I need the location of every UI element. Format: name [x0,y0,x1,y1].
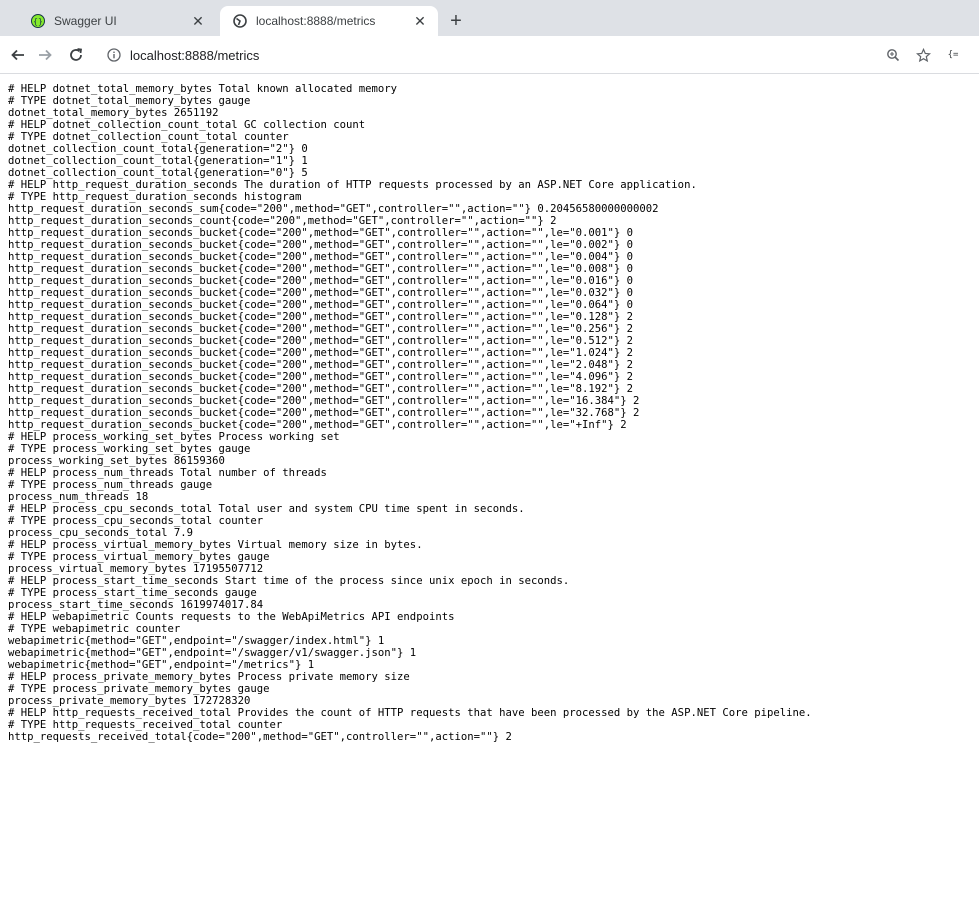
close-tab-icon[interactable]: ✕ [412,13,428,29]
new-tab-button[interactable]: + [444,9,468,33]
metric-line: # TYPE dotnet_total_memory_bytes gauge [8,95,251,107]
metric-line: # HELP process_working_set_bytes Process… [8,431,340,443]
metric-line: # TYPE webapimetric counter [8,623,181,635]
metric-line: http_request_duration_seconds_bucket{cod… [8,227,634,239]
zoom-icon[interactable] [883,45,903,65]
metric-line: http_request_duration_seconds_bucket{cod… [8,323,634,335]
info-icon[interactable] [104,45,124,65]
metric-line: # HELP process_virtual_memory_bytes Virt… [8,539,423,551]
metric-line: http_request_duration_seconds_sum{code="… [8,203,659,215]
metric-line: http_request_duration_seconds_bucket{cod… [8,419,627,431]
tab-strip: {} Swagger UI ✕ localhost:8888/metrics ✕… [0,0,979,36]
swagger-icon: {} [30,13,46,29]
metric-line: # HELP dotnet_total_memory_bytes Total k… [8,83,398,95]
metric-line: # HELP http_requests_received_total Prov… [8,707,812,719]
metric-line: # HELP process_cpu_seconds_total Total u… [8,503,525,515]
tab-swagger-ui[interactable]: {} Swagger UI ✕ [8,6,216,36]
star-icon[interactable] [913,45,933,65]
metric-line: process_cpu_seconds_total 7.9 [8,527,193,539]
metric-line: process_working_set_bytes 86159360 [8,455,225,467]
metric-line: http_request_duration_seconds_bucket{cod… [8,311,634,323]
metric-line: # HELP webapimetric Counts requests to t… [8,611,455,623]
address-bar[interactable]: localhost:8888/metrics {= [98,41,963,69]
metric-line: http_request_duration_seconds_bucket{cod… [8,287,634,299]
metric-line: # HELP process_start_time_seconds Start … [8,575,570,587]
metric-line: http_request_duration_seconds_bucket{cod… [8,263,634,275]
metric-line: # TYPE process_start_time_seconds gauge [8,587,257,599]
metric-line: http_request_duration_seconds_bucket{cod… [8,347,634,359]
reload-icon[interactable] [64,43,88,67]
metric-line: # HELP process_private_memory_bytes Proc… [8,671,410,683]
metric-line: http_requests_received_total{code="200",… [8,731,512,743]
tab-title: localhost:8888/metrics [256,14,376,28]
page-content: # HELP dotnet_total_memory_bytes Total k… [8,83,973,918]
metric-line: http_request_duration_seconds_bucket{cod… [8,251,634,263]
metric-line: # TYPE http_request_duration_seconds his… [8,191,302,203]
metric-line: # TYPE process_virtual_memory_bytes gaug… [8,551,270,563]
metric-line: # TYPE process_working_set_bytes gauge [8,443,251,455]
extension-icon[interactable]: {= [943,45,963,65]
metric-line: http_request_duration_seconds_bucket{cod… [8,359,634,371]
metric-line: webapimetric{method="GET",endpoint="/swa… [8,647,417,659]
metric-line: http_request_duration_seconds_bucket{cod… [8,299,634,311]
metric-line: http_request_duration_seconds_bucket{cod… [8,395,640,407]
metric-line: webapimetric{method="GET",endpoint="/swa… [8,635,385,647]
metric-line: dotnet_collection_count_total{generation… [8,143,308,155]
forward-arrow-icon[interactable] [33,43,57,67]
metric-line: http_request_duration_seconds_bucket{cod… [8,371,634,383]
metric-line: http_request_duration_seconds_bucket{cod… [8,275,634,287]
metric-line: process_private_memory_bytes 172728320 [8,695,251,707]
tab-title: Swagger UI [54,14,117,28]
metric-line: dotnet_collection_count_total{generation… [8,167,308,179]
svg-text:{}: {} [33,17,43,26]
metric-line: process_num_threads 18 [8,491,149,503]
close-tab-icon[interactable]: ✕ [190,13,206,29]
metric-line: dotnet_total_memory_bytes 2651192 [8,107,219,119]
browser-toolbar: localhost:8888/metrics {= [0,36,979,74]
metric-line: # HELP process_num_threads Total number … [8,467,327,479]
metric-line: # TYPE process_private_memory_bytes gaug… [8,683,270,695]
metric-line: http_request_duration_seconds_bucket{cod… [8,335,634,347]
metric-line: dotnet_collection_count_total{generation… [8,155,308,167]
back-arrow-icon[interactable] [6,43,30,67]
metrics-text: # HELP dotnet_total_memory_bytes Total k… [8,83,973,743]
metric-line: # TYPE process_cpu_seconds_total counter [8,515,264,527]
metric-line: http_request_duration_seconds_bucket{cod… [8,239,634,251]
metric-line: # TYPE http_requests_received_total coun… [8,719,283,731]
url-text[interactable]: localhost:8888/metrics [130,48,259,63]
globe-icon [232,13,248,29]
tab-metrics[interactable]: localhost:8888/metrics ✕ [220,6,438,36]
metric-line: process_start_time_seconds 1619974017.84 [8,599,264,611]
metric-line: # TYPE process_num_threads gauge [8,479,213,491]
metric-line: webapimetric{method="GET",endpoint="/met… [8,659,315,671]
metric-line: # TYPE dotnet_collection_count_total cou… [8,131,289,143]
metric-line: # HELP dotnet_collection_count_total GC … [8,119,366,131]
metric-line: http_request_duration_seconds_bucket{cod… [8,383,634,395]
metric-line: process_virtual_memory_bytes 17195507712 [8,563,264,575]
metric-line: http_request_duration_seconds_count{code… [8,215,557,227]
metric-line: # HELP http_request_duration_seconds The… [8,179,697,191]
metric-line: http_request_duration_seconds_bucket{cod… [8,407,640,419]
